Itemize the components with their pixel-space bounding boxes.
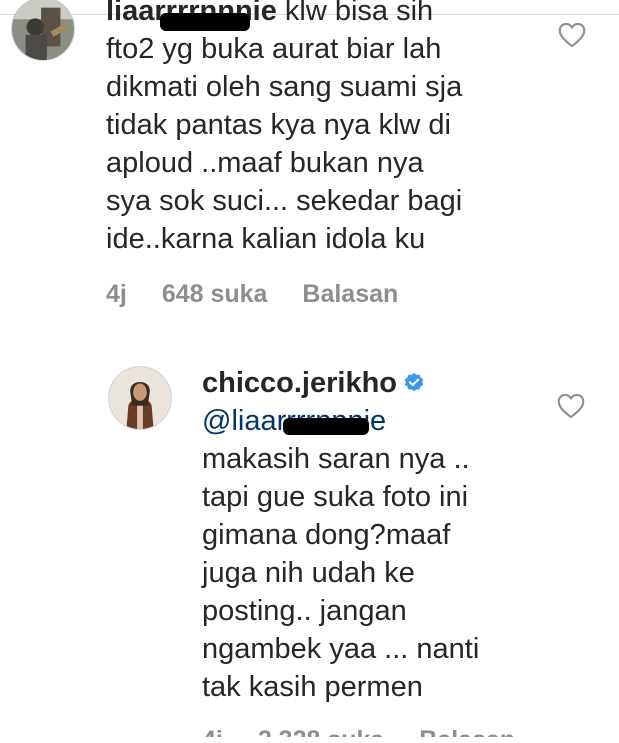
reply-line: juga nih udah ke (202, 557, 415, 589)
reply-line: makasih saran nya .. (202, 443, 470, 475)
reply-button[interactable]: Balasan (302, 280, 398, 308)
reply-username[interactable]: chicco.jerikho (202, 367, 397, 399)
comment-line: tidak pantas kya nya klw di (106, 109, 451, 141)
profile-photo-icon (109, 367, 171, 429)
like-count[interactable]: 648 suka (162, 280, 268, 308)
heart-outline-icon (557, 393, 585, 419)
reply-line: tapi gue suka foto ini (202, 481, 469, 513)
comments-view: liaarrrrnnnie klw bisa sih fto2 yg buka … (0, 0, 619, 743)
comment-line: fto2 yg buka aurat biar lah (106, 33, 442, 65)
comment-body: liaarrrrnnnie klw bisa sih fto2 yg buka … (106, 0, 462, 258)
reply-body: chicco.jerikho @liaarrrrnnnie makasih sa… (202, 364, 479, 706)
reply-line: ngambek yaa ... nanti (202, 633, 480, 665)
reply-avatar[interactable] (108, 366, 172, 430)
mention-redaction (283, 418, 369, 435)
bottom-edge (0, 737, 619, 743)
comment-time: 4j (106, 280, 127, 308)
profile-photo-icon (12, 0, 74, 60)
comment-line: klw bisa sih (284, 0, 434, 27)
heart-outline-icon (558, 22, 586, 48)
like-button[interactable] (557, 393, 585, 419)
reply-line: posting.. jangan (202, 595, 407, 627)
like-button[interactable] (558, 22, 586, 48)
commenter-avatar[interactable] (11, 0, 75, 61)
username-redaction (160, 13, 250, 31)
comment-line: sya sok suci... sekedar bagi (106, 185, 463, 217)
comment-meta: 4j 648 suka Balasan (106, 280, 426, 309)
comment-line: aploud ..maaf bukan nya (106, 147, 424, 179)
reply-line: tak kasih permen (202, 671, 423, 703)
reply-line: gimana dong?maaf (202, 519, 451, 551)
verified-badge-icon (403, 372, 425, 394)
comment-line: dikmati oleh sang suami sja (106, 71, 463, 103)
comment-line: ide..karna kalian idola ku (106, 223, 426, 255)
